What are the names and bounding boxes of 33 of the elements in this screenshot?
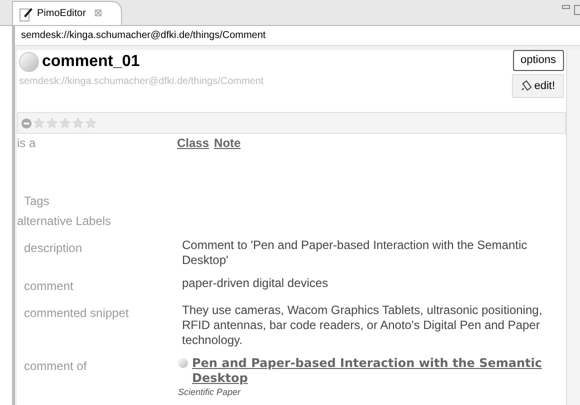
resource-title: comment_01 (42, 52, 140, 72)
class-link[interactable]: Note (214, 134, 241, 164)
property-label: comment (24, 278, 74, 295)
property-label: alternative Labels (17, 213, 112, 230)
star-icon[interactable] (33, 117, 45, 129)
clear-rating-icon[interactable] (21, 118, 32, 128)
resource-type: Scientific Paper (178, 386, 242, 399)
property-value: They use cameras, Wacom Graphics Tablets, ultrasonic positioning, RFID antennas, bar code readers, or Anoto's Digital Pen and Paper technology. (181, 303, 544, 348)
property-label: commented snippet (24, 305, 130, 322)
property-label: description (24, 240, 84, 257)
editor-tab[interactable]: PimoEditor ⊠ (12, 1, 122, 25)
property-label: comment of (24, 358, 88, 375)
pencil-icon (19, 6, 33, 22)
resource-icon (178, 358, 188, 368)
resource-uri: semdesk://kinga.schumacher@dfki.de/things/Comment (19, 75, 264, 89)
resource-link[interactable]: Pen and Paper-based Interaction with the Semantic Desktop (192, 356, 558, 386)
resource-icon (19, 52, 39, 72)
property-value: paper-driven digital devices (181, 276, 330, 292)
star-rating[interactable] (33, 117, 97, 129)
star-icon[interactable] (72, 117, 84, 129)
maximize-icon[interactable] (574, 5, 580, 15)
edit-button[interactable]: edit! (512, 74, 564, 98)
pencil-icon (521, 80, 532, 92)
star-icon[interactable] (59, 117, 71, 129)
property-label: is a (17, 135, 37, 152)
minimize-icon[interactable] (562, 5, 570, 11)
star-icon[interactable] (85, 117, 97, 129)
star-icon[interactable] (46, 117, 58, 129)
property-value: Comment to 'Pen and Paper-based Interaction with the Semantic Desktop' (181, 238, 528, 268)
options-button[interactable]: options (512, 50, 564, 70)
class-link[interactable]: Class (177, 134, 210, 164)
property-label: Tags (23, 193, 50, 210)
tab-title: PimoEditor (37, 7, 86, 21)
